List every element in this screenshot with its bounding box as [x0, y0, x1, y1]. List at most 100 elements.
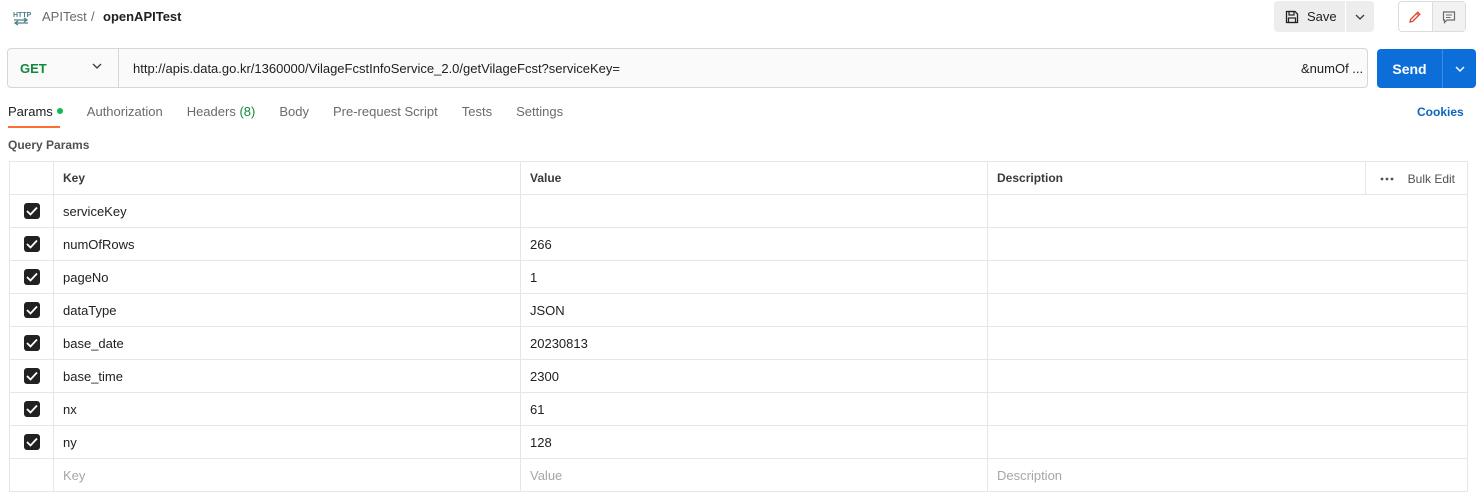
column-header-description: Description Bulk Edit: [987, 161, 1468, 195]
param-enabled-checkbox[interactable]: [23, 368, 40, 385]
param-select-cell: [9, 359, 54, 393]
chevron-down-icon: [1355, 14, 1365, 20]
param-description-cell[interactable]: [987, 359, 1468, 393]
send-options-button[interactable]: [1443, 49, 1476, 88]
param-key-cell[interactable]: pageNo: [53, 260, 521, 294]
param-value-cell[interactable]: 128: [520, 425, 988, 459]
breadcrumb-collection[interactable]: APITest: [42, 9, 87, 24]
edit-mode-button[interactable]: [1399, 2, 1433, 31]
checkmark-icon: [25, 207, 38, 217]
param-row: pageNo 1: [9, 260, 1468, 294]
param-description-cell[interactable]: [987, 392, 1468, 426]
param-description-cell[interactable]: [987, 227, 1468, 261]
tab-settings[interactable]: Settings: [516, 104, 563, 128]
param-description-cell[interactable]: [987, 194, 1468, 228]
param-key-cell[interactable]: base_date: [53, 326, 521, 360]
bulk-edit-area: Bulk Edit: [1364, 162, 1467, 194]
param-select-cell: [9, 227, 54, 261]
chevron-down-icon: [92, 63, 102, 69]
param-select-cell: [9, 194, 54, 228]
tab-headers[interactable]: Headers (8): [187, 104, 256, 128]
column-header-description-label: Description: [997, 171, 1064, 185]
top-bar: HTTP APITest / openAPITest Save: [0, 0, 1478, 34]
param-row: nx 61: [9, 392, 1468, 426]
param-select-cell: [9, 260, 54, 294]
param-value-cell[interactable]: 20230813: [520, 326, 988, 360]
param-key-cell[interactable]: dataType: [53, 293, 521, 327]
param-enabled-checkbox[interactable]: [23, 203, 40, 220]
param-key-cell[interactable]: nx: [53, 392, 521, 426]
param-description-cell[interactable]: [987, 260, 1468, 294]
new-param-value-input[interactable]: Value: [520, 458, 988, 492]
param-enabled-checkbox[interactable]: [23, 302, 40, 319]
checkmark-icon: [25, 273, 38, 283]
param-row: base_time 2300: [9, 359, 1468, 393]
method-select[interactable]: GET: [8, 49, 119, 87]
url-input[interactable]: http://apis.data.go.kr/1360000/VilageFcs…: [133, 61, 1283, 76]
query-params-title: Query Params: [8, 138, 90, 152]
column-header-key: Key: [53, 161, 521, 195]
bulk-edit-button[interactable]: Bulk Edit: [1408, 172, 1455, 186]
param-description-cell[interactable]: [987, 326, 1468, 360]
send-button[interactable]: Send: [1377, 49, 1443, 88]
param-key-cell[interactable]: serviceKey: [53, 194, 521, 228]
save-options-button[interactable]: [1346, 1, 1374, 32]
param-select-cell: [9, 425, 54, 459]
param-key-cell[interactable]: base_time: [53, 359, 521, 393]
param-value-cell[interactable]: 2300: [520, 359, 988, 393]
param-row: base_date 20230813: [9, 326, 1468, 360]
column-header-value: Value: [520, 161, 988, 195]
param-value-cell[interactable]: 61: [520, 392, 988, 426]
param-value-cell[interactable]: 1: [520, 260, 988, 294]
param-row: numOfRows 266: [9, 227, 1468, 261]
param-value-cell[interactable]: 266: [520, 227, 988, 261]
param-enabled-checkbox[interactable]: [23, 269, 40, 286]
checkmark-icon: [25, 372, 38, 382]
svg-text:HTTP: HTTP: [13, 12, 31, 19]
http-icon: HTTP: [13, 12, 31, 26]
tab-authorization[interactable]: Authorization: [87, 104, 163, 128]
request-tabs: Params Authorization Headers (8) Body Pr…: [8, 104, 587, 128]
save-group: Save: [1274, 1, 1374, 32]
save-label: Save: [1307, 9, 1337, 24]
more-options-icon[interactable]: [1380, 177, 1394, 181]
param-description-cell[interactable]: [987, 293, 1468, 327]
param-enabled-checkbox[interactable]: [23, 401, 40, 418]
url-bar: GET http://apis.data.go.kr/1360000/Vilag…: [7, 48, 1368, 88]
param-key-cell[interactable]: ny: [53, 425, 521, 459]
request-name[interactable]: openAPITest: [103, 9, 182, 24]
param-select-cell: [9, 293, 54, 327]
tab-pre-request-script[interactable]: Pre-request Script: [333, 104, 438, 128]
cookies-link[interactable]: Cookies: [1417, 105, 1464, 119]
tab-headers-label: Headers: [186, 104, 236, 119]
new-param-select-cell: [9, 458, 54, 492]
tab-body[interactable]: Body: [279, 104, 309, 128]
documentation-button[interactable]: [1432, 2, 1465, 31]
new-param-row: Key Value Description: [9, 458, 1468, 492]
url-input-tail: &numOf ...: [1301, 61, 1364, 76]
query-params-table: Key Value Description Bulk Edit serviceK…: [9, 161, 1468, 492]
save-button[interactable]: Save: [1274, 1, 1346, 32]
comment-icon: [1442, 10, 1455, 24]
param-value-cell[interactable]: [520, 194, 988, 228]
headers-count: (8): [239, 104, 256, 119]
breadcrumb-separator: /: [91, 9, 95, 24]
param-key-cell[interactable]: numOfRows: [53, 227, 521, 261]
param-enabled-checkbox[interactable]: [23, 335, 40, 352]
tab-params[interactable]: Params: [8, 104, 63, 128]
header-select-cell: [9, 161, 54, 195]
checkmark-icon: [25, 306, 38, 316]
param-enabled-checkbox[interactable]: [23, 434, 40, 451]
new-param-key-input[interactable]: Key: [53, 458, 521, 492]
tab-tests[interactable]: Tests: [462, 104, 492, 128]
param-select-cell: [9, 326, 54, 360]
param-description-cell[interactable]: [987, 425, 1468, 459]
chevron-down-icon: [1455, 66, 1464, 72]
checkmark-icon: [25, 438, 38, 448]
method-label: GET: [20, 60, 47, 76]
param-enabled-checkbox[interactable]: [23, 236, 40, 253]
new-param-description-input[interactable]: Description: [987, 458, 1468, 492]
param-value-cell[interactable]: JSON: [520, 293, 988, 327]
param-row: dataType JSON: [9, 293, 1468, 327]
param-rows: serviceKey numOfRows 266 pageNo 1 dataType JSO…: [9, 194, 1468, 459]
